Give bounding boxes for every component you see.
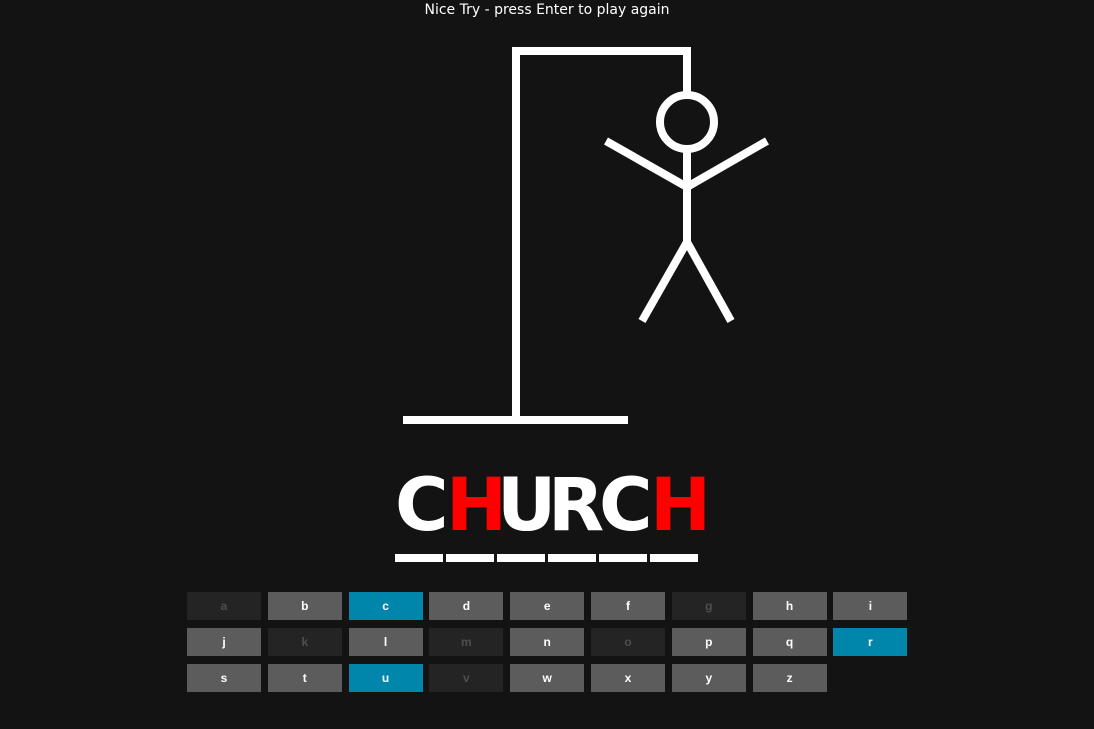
figure-left-leg	[638, 240, 691, 323]
key-t[interactable]: t	[267, 664, 342, 692]
key-e[interactable]: e	[510, 592, 585, 620]
revealed-missed-letter: H	[650, 463, 712, 548]
key-s[interactable]: s	[187, 664, 261, 692]
key-l[interactable]: l	[348, 628, 423, 656]
guessed-letter: C	[599, 463, 653, 548]
letter-underline	[446, 554, 494, 562]
guessed-letter: R	[548, 463, 605, 548]
guessed-letter: U	[497, 463, 557, 548]
letter-keyboard: abcdefghi jklmnopqr stuvwxyz	[187, 592, 908, 692]
key-q[interactable]: q	[752, 628, 827, 656]
letter-slot: C	[599, 463, 653, 563]
key-y[interactable]: y	[671, 664, 746, 692]
key-j[interactable]: j	[187, 628, 261, 656]
figure-head	[656, 91, 718, 153]
letter-slot: R	[548, 463, 605, 563]
key-h[interactable]: h	[752, 592, 827, 620]
letter-underline	[650, 554, 698, 562]
key-r: r	[833, 628, 908, 656]
key-v: v	[429, 664, 504, 692]
word-display: CHURCH	[395, 463, 712, 563]
key-z[interactable]: z	[752, 664, 827, 692]
key-i[interactable]: i	[833, 592, 908, 620]
key-g: g	[671, 592, 746, 620]
key-b[interactable]: b	[267, 592, 342, 620]
letter-slot: H	[446, 463, 508, 563]
letter-slot: H	[650, 463, 712, 563]
key-x[interactable]: x	[590, 664, 665, 692]
key-c: c	[348, 592, 423, 620]
key-f[interactable]: f	[590, 592, 665, 620]
letter-underline	[548, 554, 596, 562]
key-a: a	[187, 592, 261, 620]
key-k: k	[267, 628, 342, 656]
letter-underline	[599, 554, 647, 562]
letter-underline	[395, 554, 443, 562]
key-d[interactable]: d	[429, 592, 504, 620]
key-u: u	[348, 664, 423, 692]
key-m: m	[429, 628, 504, 656]
key-o: o	[590, 628, 665, 656]
guessed-letter: C	[395, 463, 449, 548]
hangman-game: Nice Try - press Enter to play again CHU…	[0, 0, 1094, 729]
key-w[interactable]: w	[510, 664, 585, 692]
revealed-missed-letter: H	[446, 463, 508, 548]
letter-slot: U	[497, 463, 557, 563]
figure-right-leg	[683, 240, 735, 323]
key-p[interactable]: p	[671, 628, 746, 656]
letter-slot: C	[395, 463, 449, 563]
letter-underline	[497, 554, 545, 562]
key-n[interactable]: n	[510, 628, 585, 656]
